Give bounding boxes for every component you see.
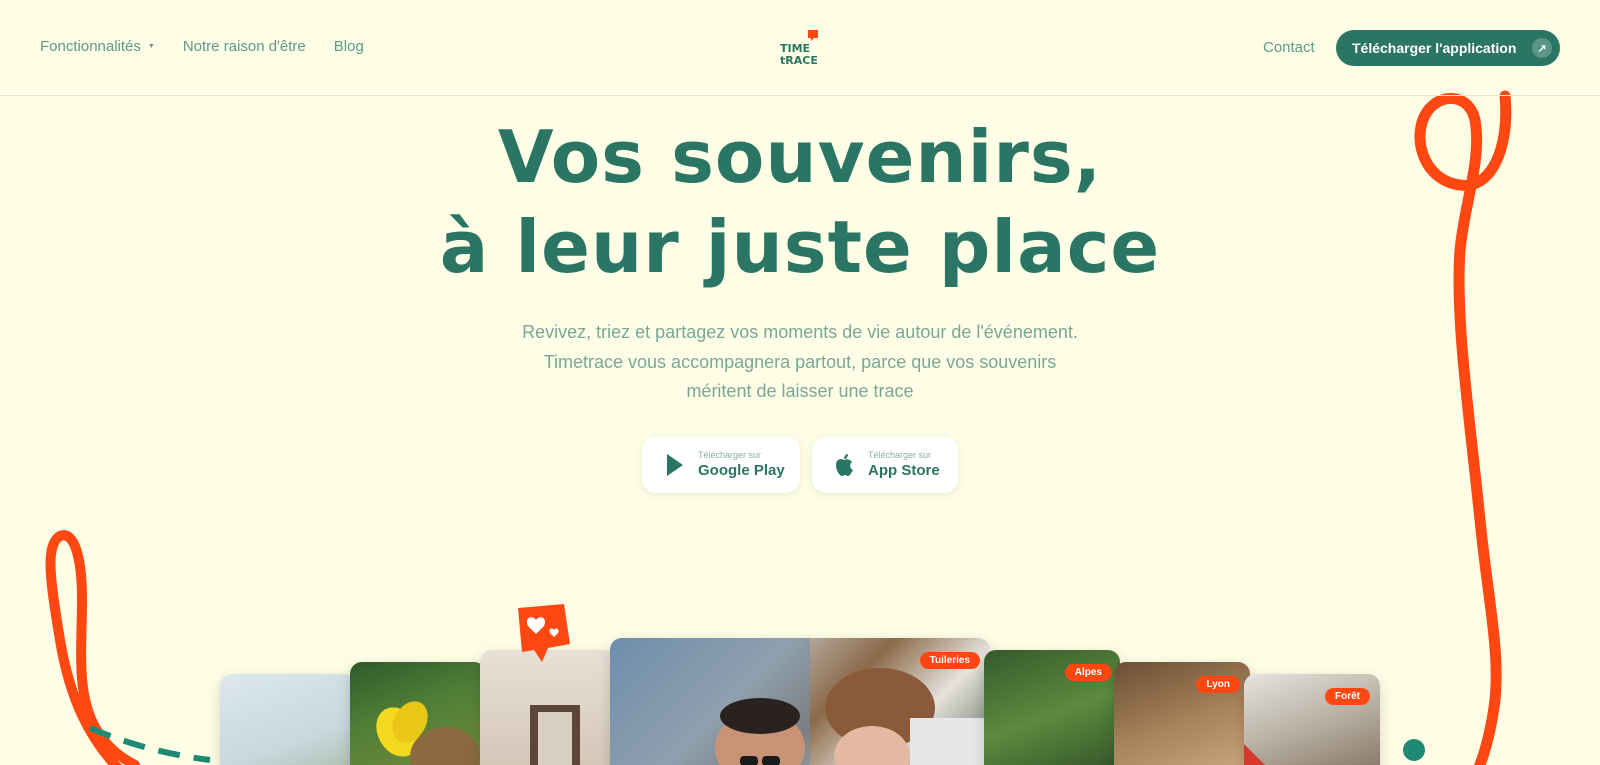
door-shape: [530, 705, 580, 765]
hero-title: Vos souvenirs, à leur juste place: [0, 112, 1600, 292]
nav-item-fonctionnalites[interactable]: Fonctionnalités ▼: [40, 38, 155, 55]
hero-subtitle: Revivez, triez et partagez vos moments d…: [522, 322, 1078, 401]
location-tag-tuileries: Tuileries: [919, 652, 980, 669]
photo-card-flower[interactable]: [350, 662, 486, 765]
photo-card-lyon[interactable]: Lyon: [1114, 662, 1250, 765]
apple-icon: [836, 454, 853, 476]
google-play-icon: [667, 454, 683, 476]
flower-shape: [376, 701, 480, 765]
download-app-button[interactable]: Télécharger l'application ↗: [1336, 30, 1560, 66]
photo-card-featured[interactable]: Tuileries: [610, 638, 990, 765]
location-tag-foret: Forêt: [1325, 688, 1370, 705]
app-store-button[interactable]: Télécharger sur App Store: [812, 437, 958, 493]
photo-card-sky[interactable]: [220, 674, 356, 765]
location-tag-alpes: Alpes: [1064, 664, 1112, 681]
nav-item-blog[interactable]: Blog: [334, 38, 364, 55]
primary-nav: Fonctionnalités ▼ Notre raison d'être Bl…: [40, 38, 392, 55]
site-header: Fonctionnalités ▼ Notre raison d'être Bl…: [0, 0, 1600, 96]
location-tag-lyon: Lyon: [1196, 676, 1240, 693]
download-app-label: Télécharger l'application: [1352, 40, 1517, 56]
timetrace-logo[interactable]: TIME tRACE: [778, 26, 822, 70]
nav-item-raison-detre[interactable]: Notre raison d'être: [183, 38, 306, 55]
arrow-up-right-icon: ↗: [1532, 38, 1552, 58]
google-play-button[interactable]: Télécharger sur Google Play: [642, 437, 800, 493]
hero-title-line1: Vos souvenirs,: [497, 115, 1103, 199]
photo-card-foret[interactable]: Forêt: [1244, 674, 1380, 765]
nav-contact-link[interactable]: Contact: [1263, 39, 1315, 56]
photo-card-interior[interactable]: [480, 650, 616, 765]
caret-down-icon: ▼: [147, 43, 155, 50]
heart-like-icon: [518, 604, 570, 662]
svg-text:tRACE: tRACE: [780, 54, 818, 67]
photo-card-alps[interactable]: Alpes: [984, 650, 1120, 765]
hero-title-line2: à leur juste place: [439, 205, 1161, 289]
